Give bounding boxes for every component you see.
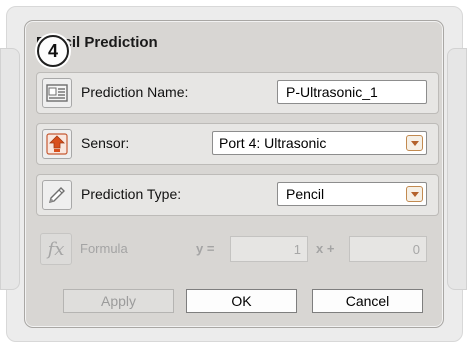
sensor-row: Sensor: Port 4: Ultrasonic xyxy=(36,123,439,165)
formula-slope-input[interactable]: 1 xyxy=(230,236,308,262)
formula-intercept-input[interactable]: 0 xyxy=(349,236,427,262)
prediction-name-label: Prediction Name: xyxy=(81,84,189,100)
fx-icon: fx xyxy=(40,233,72,265)
chevron-down-icon xyxy=(410,191,419,197)
sensor-label: Sensor: xyxy=(81,135,130,151)
pencil-icon xyxy=(42,180,72,210)
sensor-select-value: Port 4: Ultrasonic xyxy=(219,135,327,151)
background-tab-left xyxy=(0,48,20,290)
prediction-name-row: Prediction Name: P-Ultrasonic_1 xyxy=(36,72,439,114)
formula-x-text: x + xyxy=(316,241,335,256)
cancel-button[interactable]: Cancel xyxy=(312,289,423,313)
formula-label: Formula xyxy=(80,241,128,256)
chevron-down-icon xyxy=(410,140,419,146)
step-number-badge: 4 xyxy=(37,35,69,67)
formula-y-text: y = xyxy=(196,241,215,256)
prediction-type-select[interactable]: Pencil xyxy=(277,182,427,206)
apply-button[interactable]: Apply xyxy=(63,289,174,313)
sensor-select[interactable]: Port 4: Ultrasonic xyxy=(212,131,427,155)
prediction-name-input[interactable]: P-Ultrasonic_1 xyxy=(277,80,427,104)
sensor-dropdown-button[interactable] xyxy=(406,135,423,151)
name-field-icon xyxy=(42,78,72,108)
ok-button[interactable]: OK xyxy=(186,289,297,313)
background-tab-right xyxy=(447,48,467,290)
formula-row: fx Formula y = 1 x + 0 xyxy=(36,226,437,270)
prediction-type-select-value: Pencil xyxy=(286,186,325,202)
sensor-icon xyxy=(42,129,72,159)
prediction-type-row: Prediction Type: Pencil xyxy=(36,174,439,216)
prediction-type-label: Prediction Type: xyxy=(81,186,182,202)
prediction-type-dropdown-button[interactable] xyxy=(406,186,423,202)
